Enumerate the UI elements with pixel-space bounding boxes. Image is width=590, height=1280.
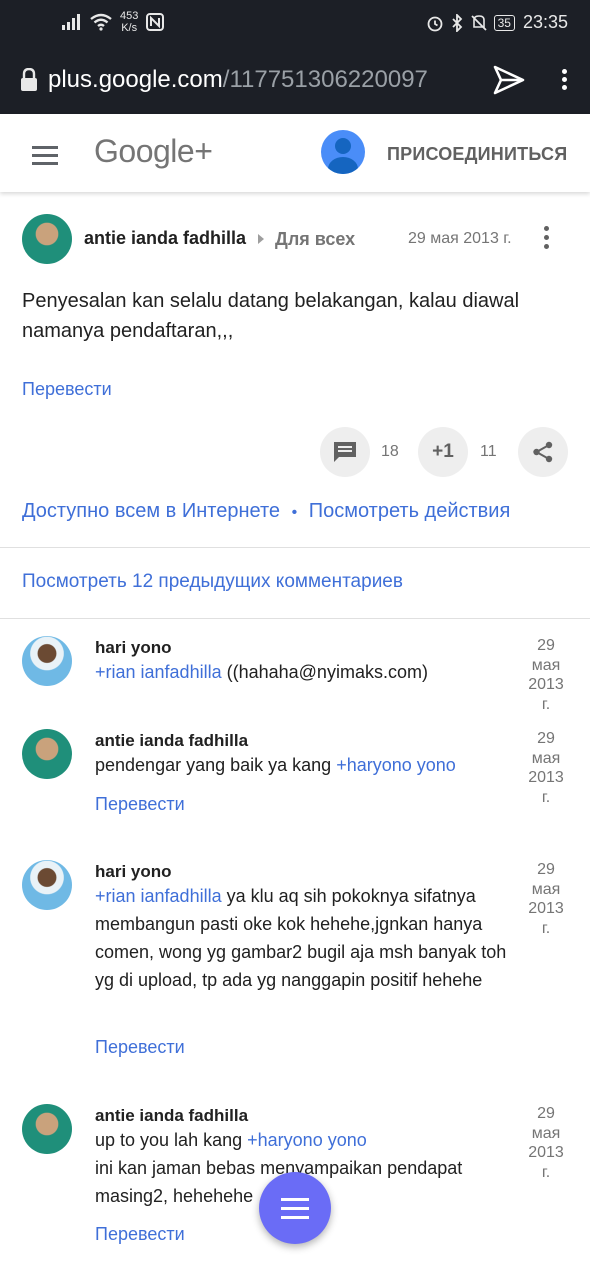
google-plus-logo[interactable]: Google+ bbox=[94, 133, 213, 170]
url-domain: plus.google.com bbox=[48, 66, 223, 93]
mention-link[interactable]: +rian ianfadhilla bbox=[95, 662, 222, 682]
comment-date[interactable]: 29 мая 2013 г. bbox=[522, 860, 570, 938]
comments-count: 18 bbox=[381, 443, 399, 460]
account-avatar[interactable] bbox=[321, 130, 365, 174]
url-field[interactable]: plus.google.com/117751306220097 bbox=[48, 66, 468, 94]
mute-icon bbox=[470, 14, 487, 31]
share-icon bbox=[533, 441, 553, 463]
share-button[interactable] bbox=[518, 427, 568, 477]
plusone-button[interactable]: +1 bbox=[418, 427, 468, 477]
post-menu-icon[interactable] bbox=[540, 226, 552, 253]
comment-text: +rian ianfadhilla ((hahaha@nyimaks.com) bbox=[95, 662, 428, 682]
post-date[interactable]: 29 мая 2013 г. bbox=[408, 230, 512, 248]
clock: 23:35 bbox=[522, 12, 568, 32]
mention-link[interactable]: +rian ianfadhilla bbox=[95, 886, 222, 906]
net-speed: 453 K/s bbox=[120, 10, 139, 34]
nfc-icon bbox=[146, 13, 165, 31]
url-path: /117751306220097 bbox=[222, 66, 428, 93]
comment-author[interactable]: hari yono bbox=[95, 862, 172, 882]
translate-link[interactable]: Перевести bbox=[95, 1224, 185, 1245]
browser-toolbar: plus.google.com/117751306220097 bbox=[0, 48, 590, 114]
view-activity-link[interactable]: Посмотреть действия bbox=[309, 500, 511, 522]
lock-icon bbox=[21, 68, 37, 91]
plusone-count: 11 bbox=[480, 443, 497, 460]
send-icon[interactable] bbox=[492, 64, 526, 96]
post-author[interactable]: antie ianda fadhilla bbox=[84, 228, 246, 249]
visibility-link[interactable]: Доступно всем в Интернете bbox=[22, 500, 280, 522]
comment-text: pendengar yang baik ya kang +haryono yon… bbox=[95, 755, 456, 775]
app-header: Google+ ПРИСОЕДИНИТЬСЯ bbox=[0, 114, 590, 192]
comment-date[interactable]: 29 мая 2013 г. bbox=[522, 636, 570, 714]
join-button[interactable]: ПРИСОЕДИНИТЬСЯ bbox=[387, 144, 567, 165]
alarm-icon bbox=[427, 16, 442, 31]
comment-date[interactable]: 29 мая 2013 г. bbox=[522, 729, 570, 807]
bluetooth-icon bbox=[451, 13, 462, 32]
post-visibility: Доступно всем в Интернете • Посмотреть д… bbox=[22, 500, 510, 523]
divider bbox=[0, 618, 590, 619]
hamburger-menu-icon[interactable] bbox=[32, 146, 58, 170]
arrow-right-icon bbox=[258, 234, 264, 244]
comment-author[interactable]: antie ianda fadhilla bbox=[95, 1106, 248, 1126]
commenter-avatar[interactable] bbox=[22, 860, 72, 910]
comment-author[interactable]: antie ianda fadhilla bbox=[95, 731, 248, 751]
menu-fab[interactable] bbox=[259, 1172, 331, 1244]
translate-link[interactable]: Перевести bbox=[95, 794, 185, 815]
author-avatar[interactable] bbox=[22, 214, 72, 264]
divider bbox=[0, 547, 590, 548]
commenter-avatar[interactable] bbox=[22, 636, 72, 686]
mention-link[interactable]: +haryono yono bbox=[336, 755, 456, 775]
commenter-avatar[interactable] bbox=[22, 1104, 72, 1154]
post-audience: Для всех bbox=[275, 229, 356, 249]
comment-author[interactable]: hari yono bbox=[95, 638, 172, 658]
comments-button[interactable] bbox=[320, 427, 370, 477]
comment-icon bbox=[334, 442, 356, 462]
separator: • bbox=[291, 504, 298, 521]
battery-icon: 35 bbox=[493, 14, 515, 31]
translate-link[interactable]: Перевести bbox=[22, 379, 112, 400]
signal-icon bbox=[62, 14, 80, 30]
post-text: Penyesalan kan selalu datang belakangan,… bbox=[22, 290, 520, 342]
browser-menu-icon[interactable] bbox=[554, 66, 574, 96]
wifi-icon bbox=[90, 13, 112, 31]
translate-link[interactable]: Перевести bbox=[95, 1037, 185, 1058]
comment-text: +rian ianfadhilla ya klu aq sih pokoknya… bbox=[95, 886, 507, 990]
commenter-avatar[interactable] bbox=[22, 729, 72, 779]
status-bar: 453 K/s 35 23:35 bbox=[0, 0, 590, 48]
previous-comments-link[interactable]: Посмотреть 12 предыдущих комментариев bbox=[22, 571, 403, 593]
comment-date[interactable]: 29 мая 2013 г. bbox=[522, 1104, 570, 1182]
mention-link[interactable]: +haryono yono bbox=[247, 1130, 367, 1150]
